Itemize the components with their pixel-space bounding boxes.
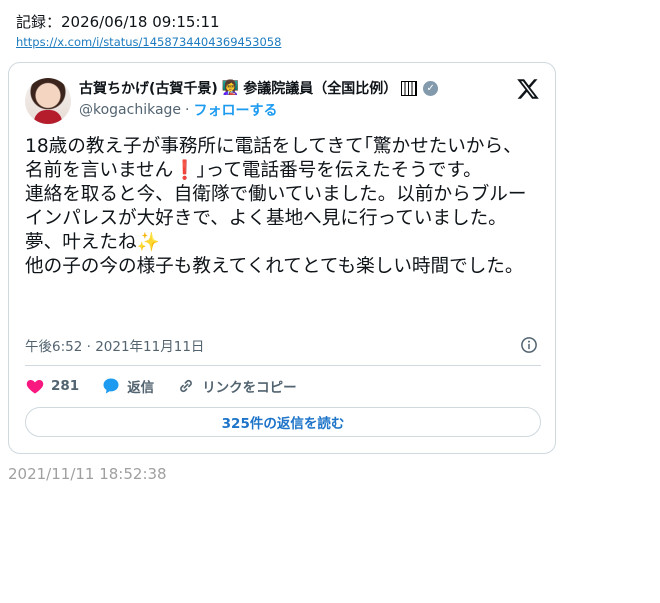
info-icon[interactable] <box>520 336 538 354</box>
verified-badge-icon: ✓ <box>423 80 439 96</box>
tweet-url-link[interactable]: https://x.com/i/status/14587344043694530… <box>16 35 281 49</box>
copy-link-label: リンクをコピー <box>202 380 297 396</box>
record-label: 記録：2026/06/18 09:15:11 <box>16 13 220 31</box>
woman-teacher-emoji-icon: 👩‍🏫 <box>221 80 240 96</box>
body-line-2: ｣って電話番号を伝えたそうです。 <box>196 160 482 181</box>
tweet-actions: 281 返信 リンクをコピー <box>25 374 319 398</box>
heart-icon <box>26 380 44 394</box>
author-handle[interactable]: @kogachikage <box>79 102 181 118</box>
read-replies-button[interactable]: 325件の返信を読む <box>25 407 541 437</box>
avatar[interactable] <box>25 78 71 124</box>
like-count: 281 <box>51 378 80 394</box>
capture-timestamp: 2021/11/11 18:52:38 <box>8 465 167 483</box>
posted-at[interactable]: 午後6:52 · 2021年11月11日 <box>25 335 204 355</box>
body-line-4: 他の子の今の様子も教えてくれてとても楽しい時間でした。 <box>25 256 524 277</box>
tweet-body: 18歳の教え子が事務所に電話をしてきて｢驚かせたいから、名前を言いません❗｣って… <box>25 135 535 279</box>
separator: · <box>185 102 190 118</box>
tweet-card: 古賀ちかげ(古賀千景) 👩‍🏫 参議院議員（全国比例） ✓ @kogachika… <box>8 62 556 454</box>
link-icon <box>180 379 193 393</box>
reply-label: 返信 <box>127 380 155 396</box>
reply-button[interactable]: 返信 <box>101 376 154 396</box>
author-suffix: 参議院議員（全国比例） <box>243 81 398 97</box>
piano-keys-icon <box>401 80 418 96</box>
author-name: 古賀ちかげ(古賀千景) <box>79 81 218 97</box>
sparkles-icon: ✨ <box>136 232 160 253</box>
speech-bubble-icon <box>103 378 119 394</box>
like-button[interactable]: 281 <box>25 376 79 396</box>
copy-link-button[interactable]: リンクをコピー <box>176 376 297 396</box>
handle-row: @kogachikage · フォローする <box>79 100 278 120</box>
exclamation-icon: ❗ <box>173 160 197 181</box>
author-name-row[interactable]: 古賀ちかげ(古賀千景) 👩‍🏫 参議院議員（全国比例） ✓ <box>79 77 439 99</box>
body-line-3: 連絡を取ると今、自衛隊で働いていました。以前からブルーインパレスが大好きで、よく… <box>25 184 527 253</box>
divider <box>25 365 541 366</box>
x-logo-icon[interactable] <box>516 77 540 101</box>
follow-button[interactable]: フォローする <box>194 100 278 120</box>
